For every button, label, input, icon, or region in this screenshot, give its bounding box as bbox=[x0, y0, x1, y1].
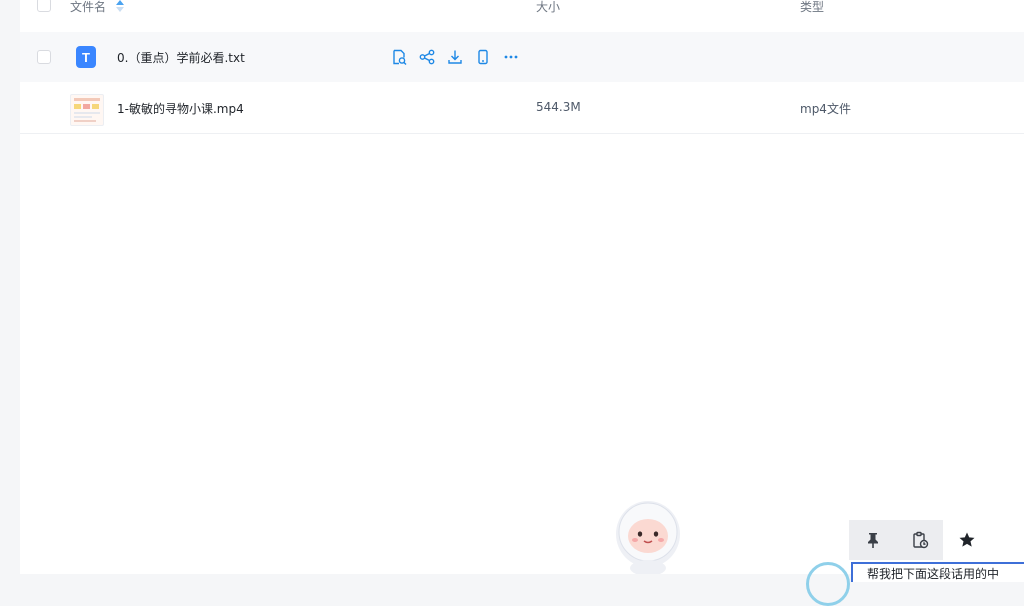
table-header: 文件名 大小 类型 bbox=[20, 0, 1024, 18]
floating-toolbar bbox=[849, 520, 1024, 560]
file-name[interactable]: 0.（重点）学前必看.txt bbox=[117, 49, 245, 66]
file-list-panel: 文件名 大小 类型 T 0.（重点）学前必看.txt 1-敏敏的寻物小课.mp4… bbox=[20, 0, 1024, 574]
assistant-bubble-icon[interactable] bbox=[806, 562, 850, 606]
phone-icon[interactable] bbox=[474, 48, 492, 66]
file-size: 544.3M bbox=[536, 100, 581, 114]
chat-input[interactable]: 帮我把下面这段话用的中 bbox=[851, 562, 1024, 582]
select-all-checkbox[interactable] bbox=[37, 0, 51, 12]
download-icon[interactable] bbox=[446, 48, 464, 66]
preview-icon[interactable] bbox=[390, 48, 408, 66]
assistant-mascot-icon[interactable] bbox=[612, 498, 684, 576]
star-icon bbox=[959, 532, 974, 547]
toolbar-spacer bbox=[990, 520, 1024, 560]
favorite-button[interactable] bbox=[943, 520, 990, 560]
column-header-name[interactable]: 文件名 bbox=[70, 0, 106, 15]
clipboard-history-button[interactable] bbox=[896, 520, 943, 560]
table-row[interactable]: T 0.（重点）学前必看.txt bbox=[20, 32, 1024, 82]
file-name[interactable]: 1-敏敏的寻物小课.mp4 bbox=[117, 100, 244, 117]
file-type: mp4文件 bbox=[800, 102, 851, 116]
more-icon[interactable] bbox=[502, 48, 520, 66]
column-header-type[interactable]: 类型 bbox=[800, 0, 824, 15]
sort-ascending-icon[interactable] bbox=[116, 0, 124, 12]
pin-button[interactable] bbox=[849, 520, 896, 560]
share-icon[interactable] bbox=[418, 48, 436, 66]
video-thumbnail bbox=[70, 94, 104, 126]
row-checkbox[interactable] bbox=[37, 50, 51, 64]
txt-file-icon: T bbox=[76, 46, 96, 68]
pin-icon bbox=[867, 533, 878, 548]
clipboard-history-icon bbox=[912, 531, 928, 549]
table-row[interactable]: 1-敏敏的寻物小课.mp4 544.3M mp4文件 bbox=[20, 83, 1024, 134]
column-header-size[interactable]: 大小 bbox=[536, 0, 560, 15]
